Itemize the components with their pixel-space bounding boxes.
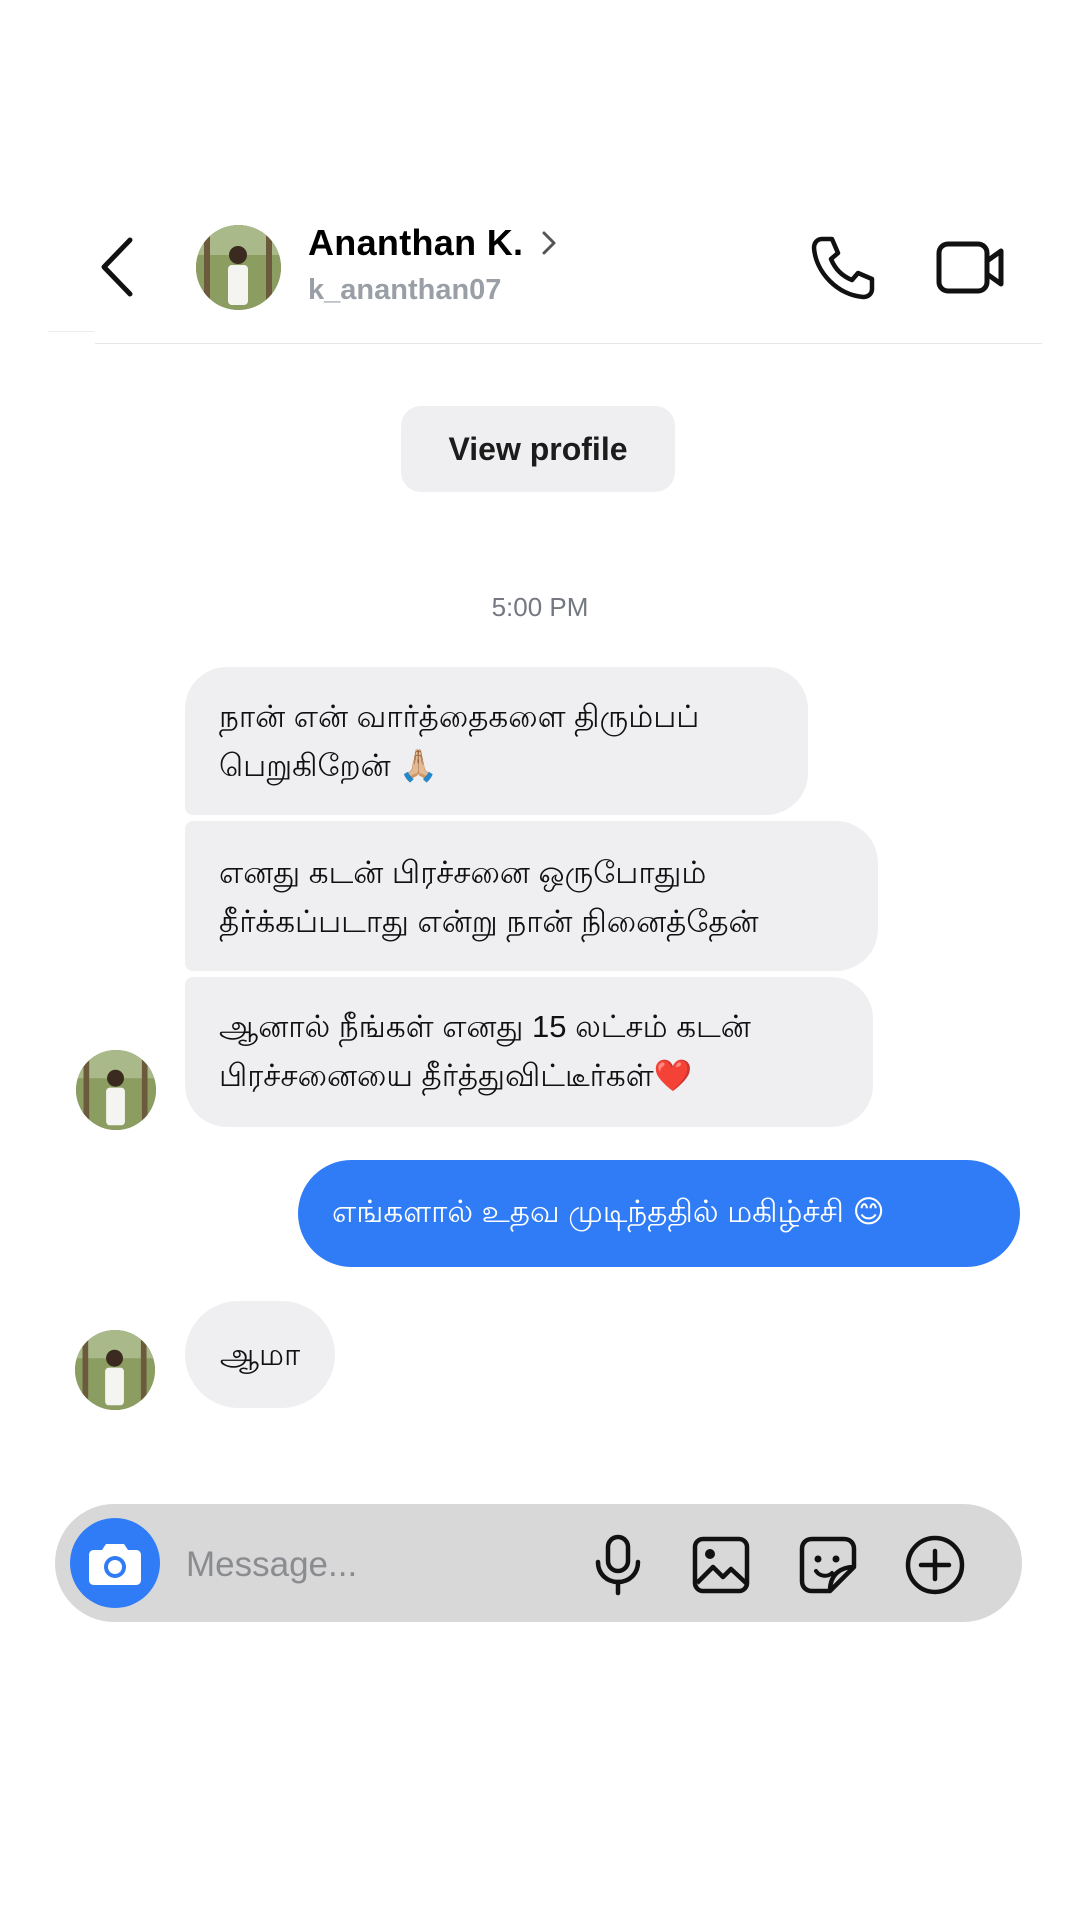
plus-circle-icon xyxy=(905,1535,965,1595)
contact-name: Ananthan K. xyxy=(308,222,524,263)
camera-button[interactable] xyxy=(70,1518,160,1608)
sticker-icon xyxy=(799,1536,857,1594)
more-options-button[interactable] xyxy=(900,1530,970,1600)
received-message[interactable]: நான் என் வார்த்தைகளை திரும்பப் பெறுகிறேன… xyxy=(185,667,808,815)
sent-message[interactable]: எங்களால் உதவ முடிந்ததில் மகிழ்ச்சி 😊 xyxy=(298,1160,1020,1267)
view-profile-button[interactable]: View profile xyxy=(401,406,675,492)
received-message[interactable]: ஆனால் நீங்கள் எனது 15 லட்சம் கடன் பிரச்ச… xyxy=(185,977,873,1127)
message-line: பிரச்சனையை தீர்த்துவிட்டீர்கள்❤️ xyxy=(219,1058,693,1093)
voice-call-button[interactable] xyxy=(808,233,878,303)
message-line: தீர்க்கப்படாது என்று நான் நினைத்தேன் xyxy=(219,904,759,939)
contact-avatar[interactable] xyxy=(196,225,281,310)
gallery-button[interactable] xyxy=(686,1530,756,1600)
message-timestamp: 5:00 PM xyxy=(491,592,589,622)
microphone-icon xyxy=(595,1534,641,1596)
video-camera-icon xyxy=(936,241,1004,294)
chevron-left-icon xyxy=(101,237,133,297)
avatar-image xyxy=(75,1330,155,1410)
contact-name-row[interactable]: Ananthan K. xyxy=(308,222,557,264)
message-line: பெறுகிறேன் 🙏🏼 xyxy=(219,748,438,783)
sender-avatar[interactable] xyxy=(76,1050,156,1130)
camera-icon xyxy=(89,1544,141,1585)
received-message[interactable]: எனது கடன் பிரச்சனை ஒருபோதும் தீர்க்கப்பட… xyxy=(185,821,878,971)
header-divider xyxy=(95,343,1042,344)
contact-username: k_ananthan07 xyxy=(308,274,502,306)
voice-message-button[interactable] xyxy=(583,1530,653,1600)
image-icon xyxy=(692,1536,750,1594)
message-line: நான் என் வார்த்தைகளை திரும்பப் xyxy=(219,699,700,734)
sticker-button[interactable] xyxy=(793,1530,863,1600)
message-line: எனது கடன் பிரச்சனை ஒருபோதும் xyxy=(219,855,707,890)
chevron-right-icon xyxy=(542,231,556,255)
avatar-image xyxy=(76,1050,156,1130)
phone-icon xyxy=(811,236,875,300)
back-button[interactable] xyxy=(88,232,148,302)
message-line: ஆனால் நீங்கள் எனது 15 லட்சம் கடன் xyxy=(219,1009,751,1044)
message-input[interactable] xyxy=(186,1535,546,1595)
header-divider-left xyxy=(48,331,94,332)
received-message[interactable]: ஆமா xyxy=(185,1301,335,1408)
avatar-image xyxy=(196,225,281,310)
sender-avatar[interactable] xyxy=(75,1330,155,1410)
video-call-button[interactable] xyxy=(935,235,1007,300)
